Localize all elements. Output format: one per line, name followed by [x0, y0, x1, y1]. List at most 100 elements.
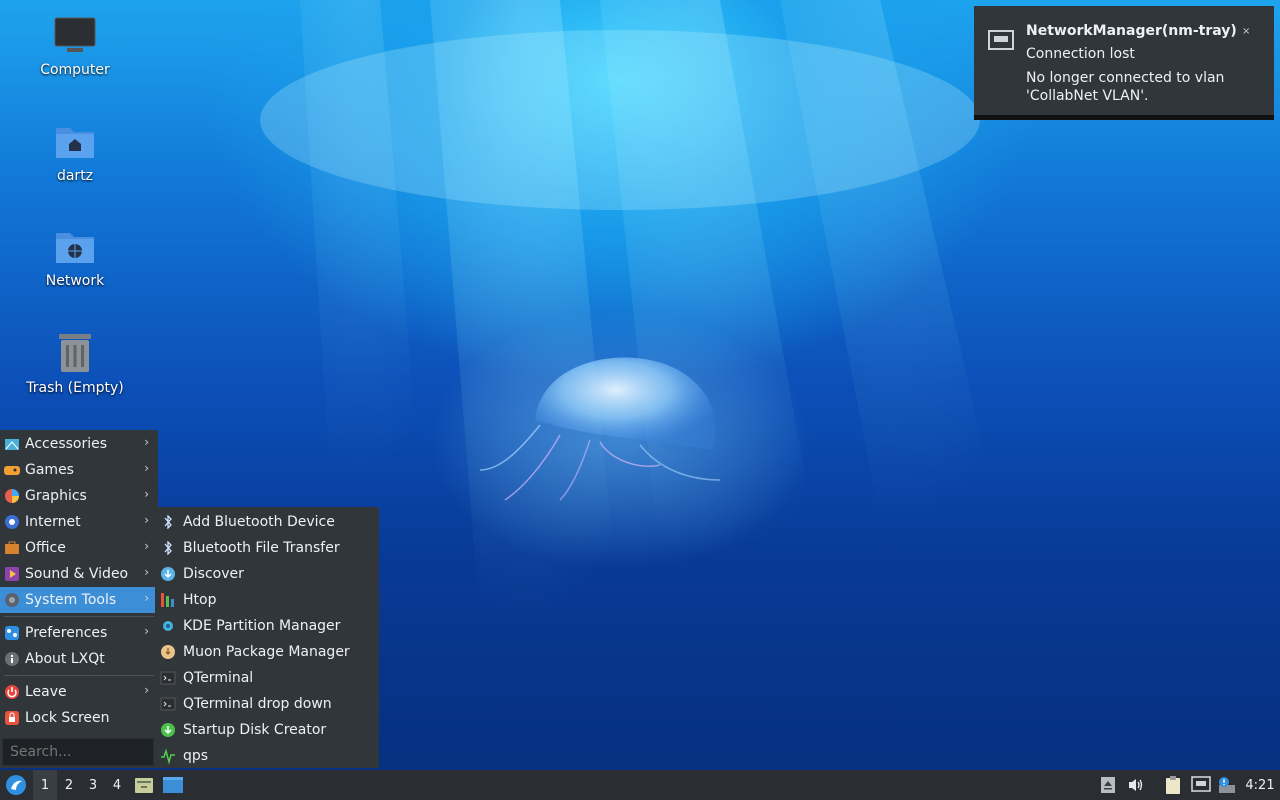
menu-item-label: System Tools: [25, 592, 117, 608]
desktop-icon-home[interactable]: dartz: [20, 122, 130, 184]
desktop-switch-2[interactable]: 2: [57, 770, 81, 800]
menu-item-label: Games: [25, 462, 74, 478]
lubuntu-logo-icon: [6, 775, 26, 795]
submenu-item-qterminal-drop-down[interactable]: QTerminal drop down: [155, 691, 379, 717]
desktop-switch-1[interactable]: 1: [33, 770, 57, 800]
desktop-icon-computer[interactable]: Computer: [20, 16, 130, 78]
menu-item-label: Internet: [25, 514, 81, 530]
menu-separator: [4, 675, 154, 676]
menu-item-preferences[interactable]: Preferences ›: [0, 620, 158, 646]
submenu-item-label: Discover: [183, 566, 244, 582]
bluetooth-icon: [159, 513, 177, 531]
menu-item-label: Lock Screen: [25, 710, 110, 726]
submenu-item-label: QTerminal drop down: [183, 696, 332, 712]
close-icon[interactable]: ×: [1242, 26, 1250, 37]
menu-item-about-lxqt[interactable]: About LXQt: [0, 646, 158, 672]
usb-creator-icon: [159, 721, 177, 739]
clipboard-button[interactable]: [1162, 770, 1184, 800]
menu-item-internet[interactable]: Internet ›: [0, 509, 158, 535]
system-tools-submenu: Add Bluetooth Device Bluetooth File Tran…: [155, 507, 379, 768]
volume-icon: [1129, 779, 1143, 791]
chevron-right-icon: ›: [144, 513, 149, 527]
submenu-item-qps[interactable]: qps: [155, 743, 379, 769]
desktop-switch-4[interactable]: 4: [105, 770, 129, 800]
graphics-icon: [3, 487, 21, 505]
notification-summary: Connection lost: [1026, 46, 1135, 62]
info-icon: [3, 650, 21, 668]
menu-item-accessories[interactable]: Accessories ›: [0, 431, 158, 457]
terminal-icon: [159, 669, 177, 687]
menu-item-label: Office: [25, 540, 66, 556]
lock-icon: [3, 709, 21, 727]
submenu-item-htop[interactable]: Htop: [155, 587, 379, 613]
chevron-right-icon: ›: [144, 435, 149, 449]
submenu-item-qterminal[interactable]: QTerminal: [155, 665, 379, 691]
network-wired-icon: [988, 30, 1014, 56]
menu-item-label: Preferences: [25, 625, 108, 641]
partition-manager-icon: [159, 617, 177, 635]
desktop-icon-trash[interactable]: Trash (Empty): [20, 330, 130, 396]
eject-button[interactable]: [1098, 770, 1118, 800]
folder-icon: [135, 778, 153, 793]
menu-item-leave[interactable]: Leave ›: [0, 679, 158, 705]
clipboard-icon: [1166, 776, 1180, 794]
preferences-icon: [3, 624, 21, 642]
start-menu-button[interactable]: [2, 770, 30, 800]
notification-popup[interactable]: NetworkManager(nm-tray) Connection lost …: [974, 6, 1274, 120]
submenu-item-label: Add Bluetooth Device: [183, 514, 335, 530]
package-manager-icon: [159, 643, 177, 661]
clock[interactable]: 4:21: [1242, 770, 1278, 800]
desktop-switch-3[interactable]: 3: [81, 770, 105, 800]
network-folder-icon: [56, 233, 94, 263]
desktop-icon-label: Trash (Empty): [26, 380, 124, 396]
update-notifier-button[interactable]: [1216, 770, 1238, 800]
submenu-item-label: Startup Disk Creator: [183, 722, 327, 738]
menu-separator: [4, 616, 154, 617]
chevron-right-icon: ›: [144, 565, 149, 579]
submenu-item-label: Htop: [183, 592, 217, 608]
menu-item-system-tools[interactable]: System Tools ›: [0, 587, 158, 613]
submenu-item-startup-disk-creator[interactable]: Startup Disk Creator: [155, 717, 379, 743]
terminal-icon: [159, 695, 177, 713]
menu-item-lock-screen[interactable]: Lock Screen: [0, 705, 158, 731]
submenu-item-discover[interactable]: Discover: [155, 561, 379, 587]
menu-item-label: About LXQt: [25, 651, 105, 667]
discover-icon: [159, 565, 177, 583]
show-desktop-button[interactable]: [161, 770, 185, 800]
menu-item-sound-video[interactable]: Sound & Video ›: [0, 561, 158, 587]
submenu-item-muon-package-manager[interactable]: Muon Package Manager: [155, 639, 379, 665]
desktop-icon-network[interactable]: Network: [20, 227, 130, 289]
menu-item-label: Leave: [25, 684, 67, 700]
desktop-icon-label: Computer: [40, 62, 110, 78]
search-input[interactable]: [2, 738, 154, 766]
eject-icon: [1101, 777, 1115, 793]
submenu-item-kde-partition-manager[interactable]: KDE Partition Manager: [155, 613, 379, 639]
network-button[interactable]: [1189, 770, 1213, 800]
menu-item-label: Accessories: [25, 436, 108, 452]
menu-item-office[interactable]: Office ›: [0, 535, 158, 561]
chevron-right-icon: ›: [144, 487, 149, 501]
submenu-item-label: Bluetooth File Transfer: [183, 540, 340, 556]
volume-button[interactable]: [1125, 770, 1147, 800]
submenu-item-bluetooth-file-transfer[interactable]: Bluetooth File Transfer: [155, 535, 379, 561]
update-notifier-icon: [1219, 777, 1235, 793]
power-icon: [3, 683, 21, 701]
trash-icon: [59, 334, 91, 372]
chevron-right-icon: ›: [144, 591, 149, 605]
notification-body: No longer connected to vlan 'CollabNet V…: [1026, 70, 1225, 104]
submenu-item-label: qps: [183, 748, 209, 764]
menu-item-label: Sound & Video: [25, 566, 129, 582]
menu-item-graphics[interactable]: Graphics ›: [0, 483, 158, 509]
chevron-right-icon: ›: [144, 624, 149, 638]
submenu-item-add-bluetooth-device[interactable]: Add Bluetooth Device: [155, 509, 379, 535]
home-folder-icon: [56, 128, 94, 158]
menu-item-label: Graphics: [25, 488, 87, 504]
monitor-icon: [54, 17, 96, 52]
jellyfish-image: [479, 357, 721, 501]
file-manager-launcher[interactable]: [133, 770, 155, 800]
menu-item-games[interactable]: Games ›: [0, 457, 158, 483]
process-monitor-icon: [159, 747, 177, 765]
internet-icon: [3, 513, 21, 531]
bluetooth-icon: [159, 539, 177, 557]
sound-video-icon: [3, 565, 21, 583]
